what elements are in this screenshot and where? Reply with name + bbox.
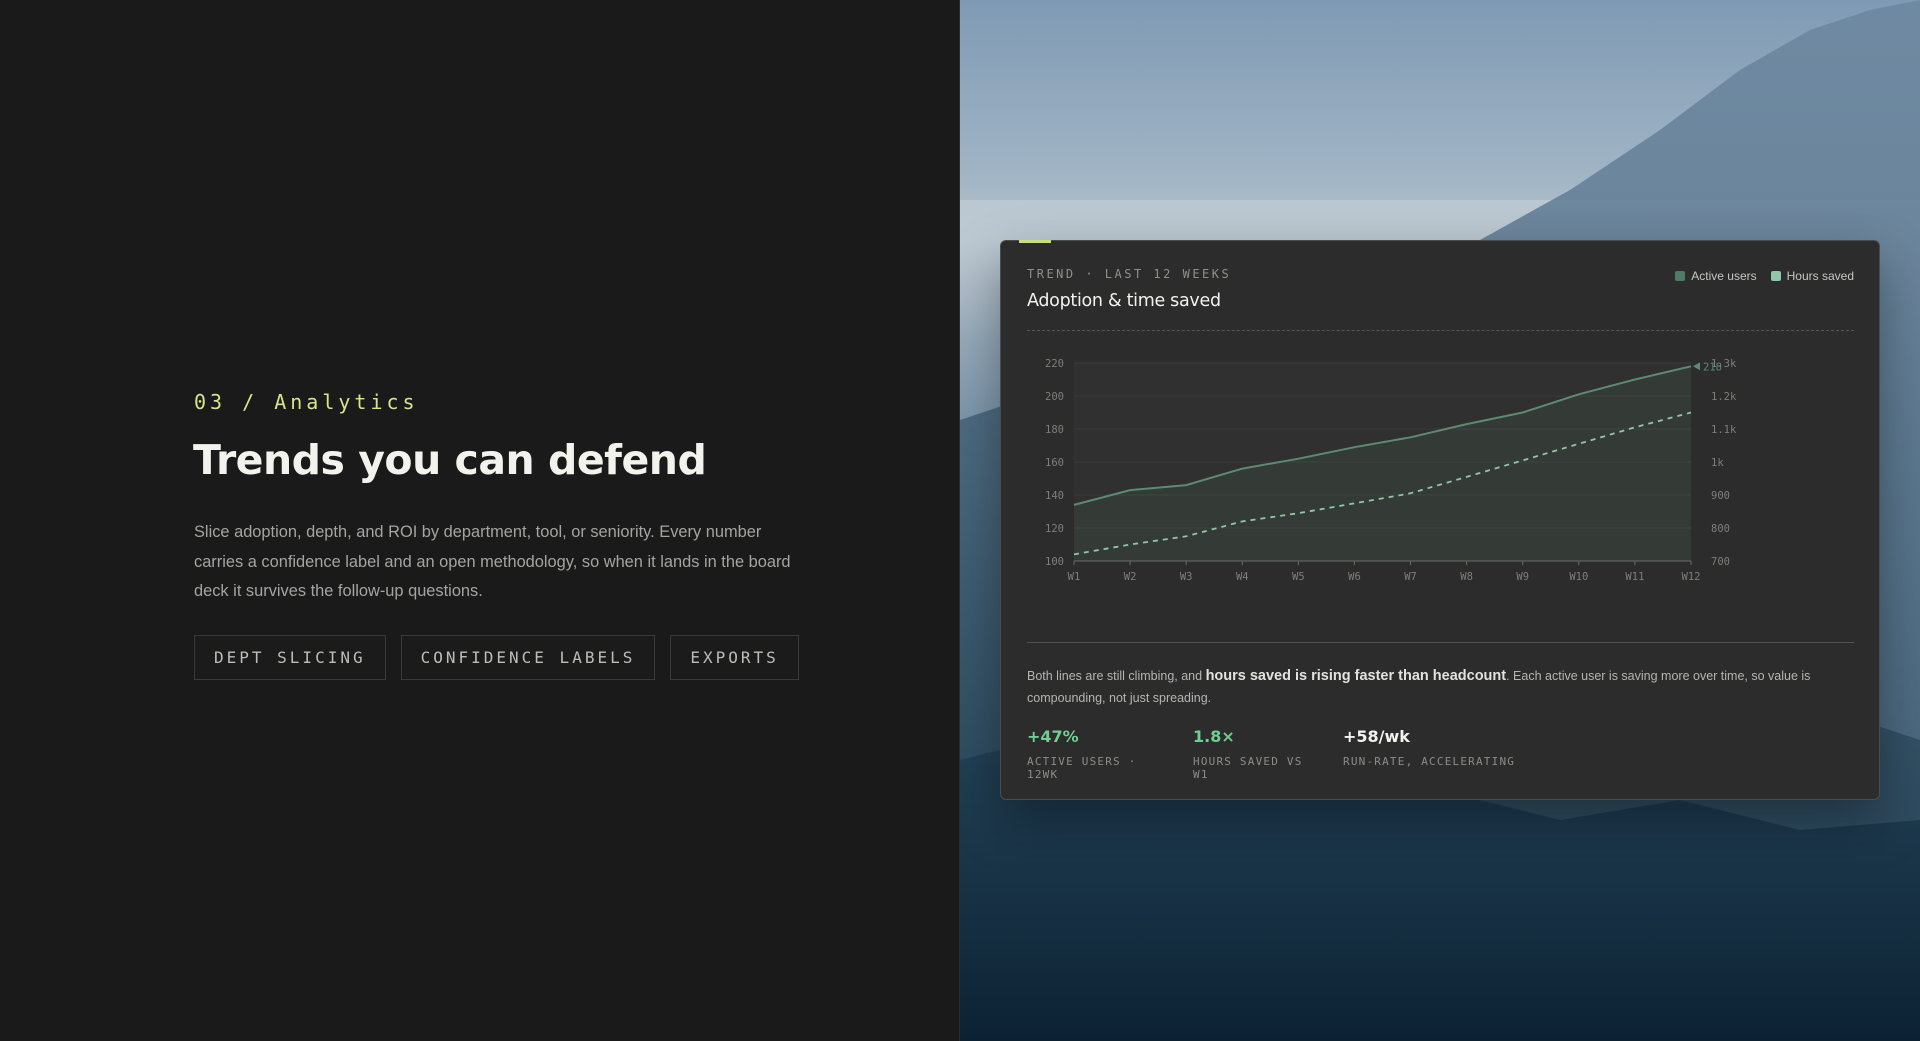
page: 03 / Analytics Trends you can defend Sli… [0, 0, 1920, 1041]
x-tick-label: W1 [1068, 571, 1081, 583]
y-tick-left: 100 [1045, 556, 1064, 568]
x-tick-label: W10 [1569, 571, 1588, 583]
y-tick-right: 1.1k [1711, 424, 1737, 436]
x-tick-label: W4 [1236, 571, 1249, 583]
card-accent-bar [1019, 240, 1051, 243]
y-tick-right: 700 [1711, 556, 1730, 568]
legend-swatch-hours-saved [1770, 271, 1781, 281]
card-title: Adoption & time saved [1027, 291, 1221, 311]
summary-highlight: hours saved is rising faster than headco… [1205, 668, 1507, 684]
stat-value: +58/wk [1343, 727, 1410, 746]
x-tick-label: W9 [1516, 571, 1529, 583]
y-tick-right: 800 [1711, 523, 1730, 535]
stat-label: ACTIVE USERS · 12WK [1027, 755, 1137, 781]
summary-lead: Both lines are still climbing, and [1027, 669, 1206, 683]
chart-summary: Both lines are still climbing, and hours… [1027, 665, 1847, 709]
y-tick-left: 180 [1045, 424, 1064, 436]
legend-item-hours-saved: Hours saved [1770, 269, 1854, 283]
visual-panel: TREND · LAST 12 WEEKS Adoption & time sa… [960, 0, 1920, 1041]
y-tick-left: 140 [1045, 490, 1064, 502]
trend-line-chart: 100 120 140 160 180 200 220 700 800 900 1k 1.1k 1.2k… [1045, 358, 1737, 583]
stat-label: HOURS SAVED VS W1 [1193, 755, 1303, 781]
chart-legend: Active users Hours saved [1675, 269, 1854, 283]
stat-label: RUN-RATE, ACCELERATING [1343, 755, 1516, 768]
stat-value: +47% [1027, 727, 1079, 746]
x-tick-label: W11 [1625, 571, 1644, 583]
stat-hours-saved: 1.8× HOURS SAVED VS W1 [1193, 727, 1317, 781]
legend-swatch-active-users [1675, 271, 1686, 281]
stat-row: +47% ACTIVE USERS · 12WK 1.8× HOURS SAVE… [1027, 727, 1515, 781]
end-value-label: 218 [1703, 361, 1722, 373]
section-description: Slice adoption, depth, and ROI by depart… [194, 523, 791, 600]
legend-item-active-users: Active users [1675, 269, 1757, 283]
chart-divider [1027, 642, 1854, 643]
x-tick-label: W3 [1180, 571, 1193, 583]
section-eyebrow: 03 / Analytics [194, 390, 419, 414]
feature-copy-panel: 03 / Analytics Trends you can defend Sli… [0, 0, 960, 1041]
x-tick-label: W12 [1682, 571, 1701, 583]
tag-confidence-labels: CONFIDENCE LABELS [400, 635, 656, 680]
x-tick-label: W6 [1348, 571, 1361, 583]
y-tick-left: 220 [1045, 358, 1064, 370]
stat-active-users: +47% ACTIVE USERS · 12WK [1027, 727, 1167, 781]
legend-label-hours-saved: Hours saved [1786, 269, 1854, 283]
tag-exports: EXPORTS [670, 635, 799, 680]
stat-value: 1.8× [1193, 727, 1235, 746]
y-tick-left: 200 [1045, 391, 1064, 403]
legend-label-active-users: Active users [1691, 269, 1757, 283]
x-tick-label: W8 [1460, 571, 1473, 583]
feature-tags: DEPT SLICING CONFIDENCE LABELS EXPORTS [194, 635, 799, 680]
y-tick-right: 1.2k [1711, 391, 1737, 403]
tag-dept-slicing: DEPT SLICING [194, 635, 386, 680]
y-tick-right: 1k [1711, 457, 1724, 469]
y-tick-left: 120 [1045, 523, 1064, 535]
x-tick-label: W5 [1292, 571, 1305, 583]
section-headline: Trends you can defend [193, 436, 707, 484]
stat-run-rate: +58/wk RUN-RATE, ACCELERATING [1343, 727, 1515, 781]
end-marker [1693, 362, 1700, 371]
y-tick-right: 900 [1711, 490, 1730, 502]
card-kicker: TREND · LAST 12 WEEKS [1027, 267, 1232, 281]
x-tick-label: W2 [1124, 571, 1137, 583]
header-divider [1027, 330, 1854, 331]
y-tick-left: 160 [1045, 457, 1064, 469]
trend-card: TREND · LAST 12 WEEKS Adoption & time sa… [1000, 240, 1880, 800]
x-tick-label: W7 [1404, 571, 1417, 583]
